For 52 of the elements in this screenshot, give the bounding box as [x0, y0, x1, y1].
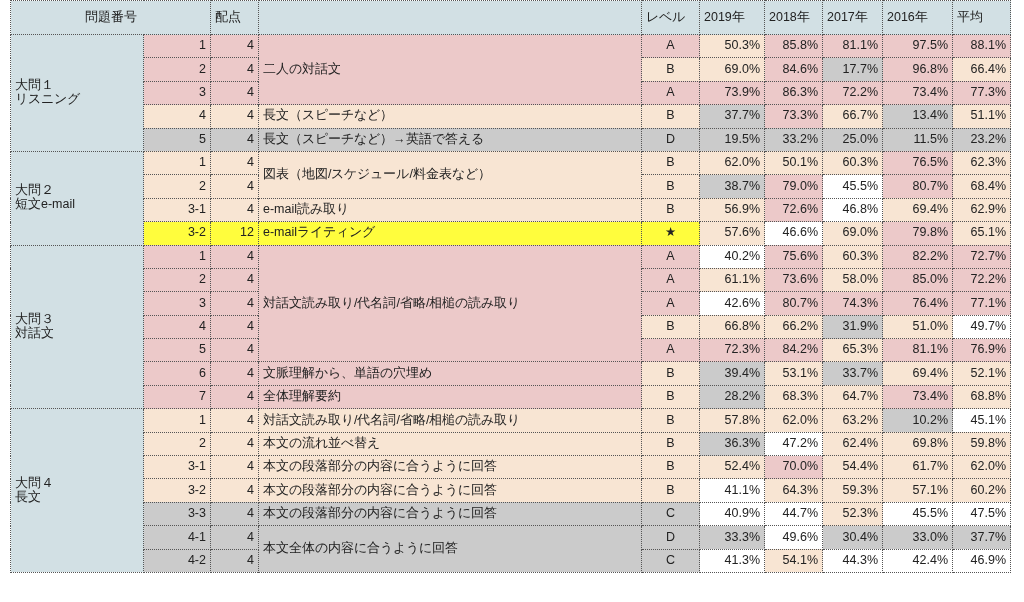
header-cell: 2018年: [764, 0, 823, 35]
points-cell: 4: [210, 81, 259, 105]
number-cell: 7: [143, 385, 211, 409]
description-cell: 図表（地図/スケジュール/料金表など）: [258, 151, 642, 199]
percent-cell: 40.2%: [699, 245, 765, 269]
percent-cell: 36.3%: [699, 432, 765, 456]
percent-cell: 41.3%: [699, 549, 765, 573]
points-cell: 4: [210, 315, 259, 339]
section-cell: 大問１ リスニング: [10, 34, 144, 152]
description-cell: 本文の流れ並べ替え: [258, 432, 642, 456]
section-cell: 大問４ 長文: [10, 408, 144, 573]
percent-cell: 61.1%: [699, 268, 765, 292]
description-cell: 本文の段落部分の内容に合うように回答: [258, 502, 642, 526]
description-cell: 対話文読み取り/代名詞/省略/相槌の読み取り: [258, 408, 642, 433]
number-cell: 2: [143, 432, 211, 456]
number-cell: 3-1: [143, 198, 211, 222]
percent-cell: 40.9%: [699, 502, 765, 526]
header-cell: 2016年: [882, 0, 953, 35]
percent-cell: 66.8%: [699, 315, 765, 339]
description-cell: 対話文読み取り/代名詞/省略/相槌の読み取り: [258, 245, 642, 362]
number-cell: 4: [143, 315, 211, 339]
percent-cell: 73.9%: [699, 81, 765, 105]
header-cell: 2017年: [822, 0, 883, 35]
header-cell: 問題番号: [10, 0, 211, 35]
description-cell: e-mailライティング: [258, 221, 642, 245]
number-cell: 3: [143, 81, 211, 105]
header-cell: レベル: [641, 0, 700, 35]
description-cell: 本文の段落部分の内容に合うように回答: [258, 478, 642, 503]
description-cell: 二人の対話文: [258, 34, 642, 105]
description-cell: 全体理解要約: [258, 385, 642, 409]
number-cell: 3-3: [143, 502, 211, 526]
description-cell: 文脈理解から、単語の穴埋め: [258, 361, 642, 386]
description-cell: e-mail読み取り: [258, 198, 642, 222]
description-cell: 長文（スピーチなど）→英語で答える: [258, 128, 642, 152]
section-cell: 大問３ 対話文: [10, 245, 144, 409]
percent-cell: 56.9%: [699, 198, 765, 222]
number-cell: 5: [143, 128, 211, 152]
percent-cell: 19.5%: [699, 128, 765, 152]
number-cell: 1: [143, 151, 211, 175]
percent-cell: 62.0%: [699, 151, 765, 175]
description-cell: 本文の段落部分の内容に合うように回答: [258, 455, 642, 479]
section-cell: 大問２ 短文e-mail: [10, 151, 144, 245]
header-cell: 配点: [210, 0, 259, 35]
number-cell: 4-2: [143, 549, 211, 573]
header-cell: 平均: [952, 0, 1011, 35]
number-cell: 2: [143, 268, 211, 292]
description-cell: 長文（スピーチなど）: [258, 104, 642, 129]
number-cell: 1: [143, 245, 211, 269]
description-cell: 本文全体の内容に合うように回答: [258, 525, 642, 573]
points-cell: 4: [210, 198, 259, 222]
percent-cell: 28.2%: [699, 385, 765, 409]
header-cell: 2019年: [699, 0, 765, 35]
